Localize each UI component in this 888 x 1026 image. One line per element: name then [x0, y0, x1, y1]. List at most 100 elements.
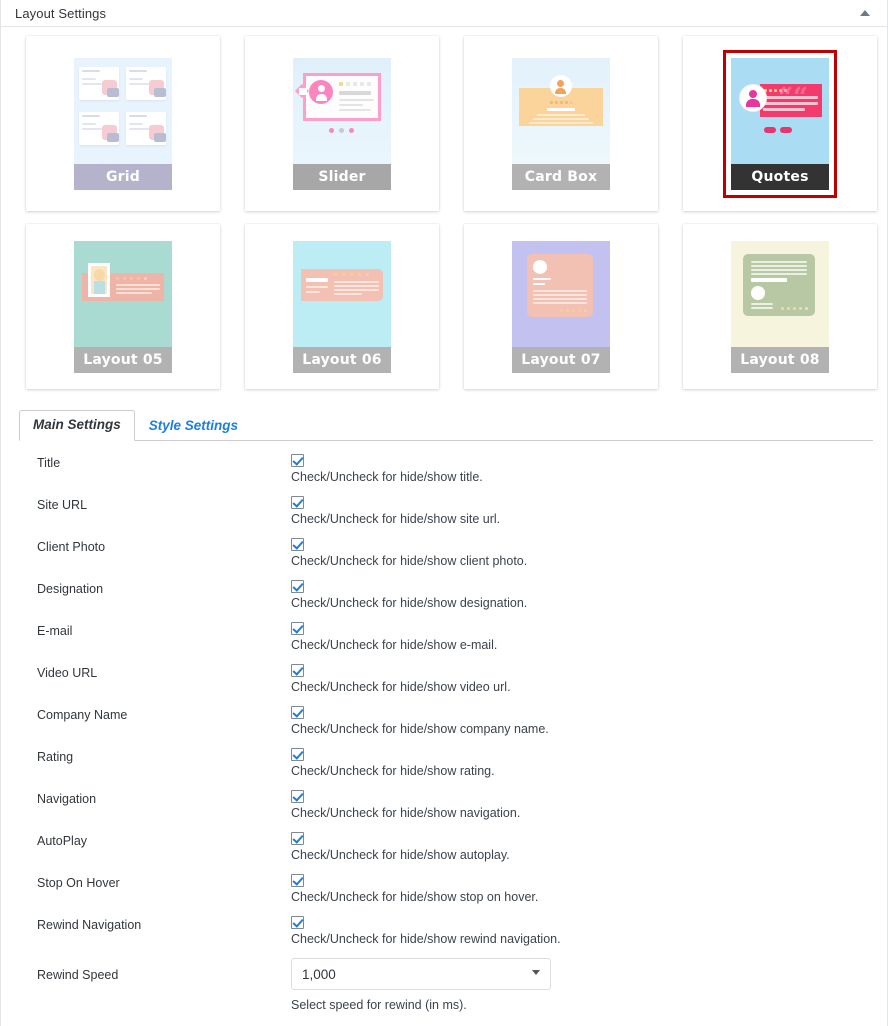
form-row-autoplay: AutoPlay Check/Uncheck for hide/show aut… [1, 832, 887, 863]
field-control: Check/Uncheck for hide/show autoplay. [291, 832, 887, 863]
thumbnail-art-layout-07 [512, 240, 610, 347]
form-row-rewind-navigation: Rewind Navigation Check/Uncheck for hide… [1, 916, 887, 947]
thumbnail-art-grid [74, 57, 172, 164]
field-control: Check/Uncheck for hide/show title. [291, 454, 887, 485]
thumbnail-frame: Grid [69, 52, 177, 195]
field-control: Check/Uncheck for hide/show stop on hove… [291, 874, 887, 905]
field-label: Client Photo [37, 540, 106, 554]
rewind-navigation-checkbox[interactable] [291, 916, 304, 929]
layout-label: Layout 05 [74, 346, 172, 373]
layout-label: Quotes [731, 163, 829, 190]
field-help: Check/Uncheck for hide/show company name… [291, 722, 549, 736]
field-help: Check/Uncheck for hide/show video url. [291, 680, 511, 694]
thumbnail: Slider [293, 57, 391, 190]
layout-thumbnail-grid: Grid Slider Card Box Quotes Layout 05 La… [1, 27, 887, 389]
collapse-triangle-up-icon[interactable] [856, 4, 874, 22]
thumbnail-frame-selected: ““ Quotes [723, 49, 837, 198]
email-checkbox[interactable] [291, 622, 304, 635]
layout-settings-panel: Layout Settings Grid Slider Card Box Quo… [0, 0, 888, 1026]
layout-label: Card Box [512, 163, 610, 190]
rating-checkbox[interactable] [291, 748, 304, 761]
thumbnail-art-layout-06 [293, 240, 391, 347]
thumbnail-art-layout-05 [74, 240, 172, 347]
field-control: Check/Uncheck for hide/show client photo… [291, 538, 887, 569]
thumbnail: Layout 05 [74, 240, 172, 373]
layout-label: Layout 06 [293, 346, 391, 373]
thumbnail: Layout 07 [512, 240, 610, 373]
field-help: Check/Uncheck for hide/show navigation. [291, 806, 521, 820]
stop-on-hover-checkbox[interactable] [291, 874, 304, 887]
thumbnail-frame: Layout 05 [69, 235, 177, 378]
field-label: Video URL [37, 666, 98, 680]
field-label: E-mail [37, 624, 73, 638]
field-help: Check/Uncheck for hide/show client photo… [291, 554, 528, 568]
field-control: Check/Uncheck for hide/show rating. [291, 748, 887, 779]
navigation-checkbox[interactable] [291, 790, 304, 803]
field-label: Title [37, 456, 61, 470]
field-label: Company Name [37, 708, 128, 722]
form-row-email: E-mail Check/Uncheck for hide/show e-mai… [1, 622, 887, 653]
field-label: Rewind Navigation [37, 918, 142, 932]
layout-option-slider[interactable]: Slider [245, 36, 439, 211]
field-help: Check/Uncheck for hide/show autoplay. [291, 848, 510, 862]
thumbnail-art-card-box [512, 57, 610, 164]
layout-option-layout-06[interactable]: Layout 06 [245, 224, 439, 389]
designation-checkbox[interactable] [291, 580, 304, 593]
company-name-checkbox[interactable] [291, 706, 304, 719]
video-url-checkbox[interactable] [291, 664, 304, 677]
client-photo-checkbox[interactable] [291, 538, 304, 551]
form-row-client-photo: Client Photo Check/Uncheck for hide/show… [1, 538, 887, 569]
tab-style-settings[interactable]: Style Settings [135, 411, 252, 441]
rewind-speed-select[interactable]: 1,000 [291, 958, 551, 990]
field-help: Check/Uncheck for hide/show rewind navig… [291, 932, 561, 946]
field-label: Rewind Speed [37, 968, 119, 982]
layout-label: Grid [74, 163, 172, 190]
layout-option-layout-08[interactable]: Layout 08 [683, 224, 877, 389]
title-checkbox[interactable] [291, 454, 304, 467]
layout-option-quotes[interactable]: ““ Quotes [683, 36, 877, 211]
tab-main-settings[interactable]: Main Settings [19, 410, 135, 441]
layout-option-layout-05[interactable]: Layout 05 [26, 224, 220, 389]
layout-option-layout-07[interactable]: Layout 07 [464, 224, 658, 389]
form-row-video-url: Video URL Check/Uncheck for hide/show vi… [1, 664, 887, 695]
thumbnail: ““ Quotes [731, 57, 829, 190]
field-label: Rating [37, 750, 74, 764]
main-settings-form: Title Check/Uncheck for hide/show title.… [1, 441, 887, 1013]
thumbnail-frame: Layout 08 [726, 235, 834, 378]
field-label: Navigation [37, 792, 97, 806]
form-row-designation: Designation Check/Uncheck for hide/show … [1, 580, 887, 611]
form-row-stop-on-hover: Stop On Hover Check/Uncheck for hide/sho… [1, 874, 887, 905]
thumbnail: Grid [74, 57, 172, 190]
thumbnail-frame: Card Box [507, 52, 615, 195]
layout-label: Slider [293, 163, 391, 190]
thumbnail: Layout 08 [731, 240, 829, 373]
field-help: Check/Uncheck for hide/show rating. [291, 764, 495, 778]
form-row-rewind-speed: Rewind Speed 1,000 Select speed for rewi… [1, 958, 887, 1013]
field-help: Check/Uncheck for hide/show designation. [291, 596, 528, 610]
field-control: Check/Uncheck for hide/show e-mail. [291, 622, 887, 653]
thumbnail-art-layout-08 [731, 240, 829, 347]
layout-option-grid[interactable]: Grid [26, 36, 220, 211]
form-row-title: Title Check/Uncheck for hide/show title. [1, 454, 887, 485]
layout-label: Layout 08 [731, 346, 829, 373]
thumbnail: Card Box [512, 57, 610, 190]
layout-option-card-box[interactable]: Card Box [464, 36, 658, 211]
form-row-site-url: Site URL Check/Uncheck for hide/show sit… [1, 496, 887, 527]
thumbnail-art-quotes: ““ [731, 57, 829, 164]
site-url-checkbox[interactable] [291, 496, 304, 509]
autoplay-checkbox[interactable] [291, 832, 304, 845]
field-help: Select speed for rewind (in ms). [291, 998, 467, 1012]
field-control: Check/Uncheck for hide/show video url. [291, 664, 887, 695]
field-label: Site URL [37, 498, 88, 512]
form-row-rating: Rating Check/Uncheck for hide/show ratin… [1, 748, 887, 779]
field-help: Check/Uncheck for hide/show e-mail. [291, 638, 498, 652]
field-control: 1,000 Select speed for rewind (in ms). [291, 958, 887, 1013]
panel-header: Layout Settings [1, 0, 887, 27]
thumbnail: Layout 06 [293, 240, 391, 373]
field-help: Check/Uncheck for hide/show site url. [291, 512, 501, 526]
thumbnail-art-slider [293, 57, 391, 164]
field-control: Check/Uncheck for hide/show designation. [291, 580, 887, 611]
field-control: Check/Uncheck for hide/show site url. [291, 496, 887, 527]
thumbnail-frame: Layout 07 [507, 235, 615, 378]
form-row-company-name: Company Name Check/Uncheck for hide/show… [1, 706, 887, 737]
